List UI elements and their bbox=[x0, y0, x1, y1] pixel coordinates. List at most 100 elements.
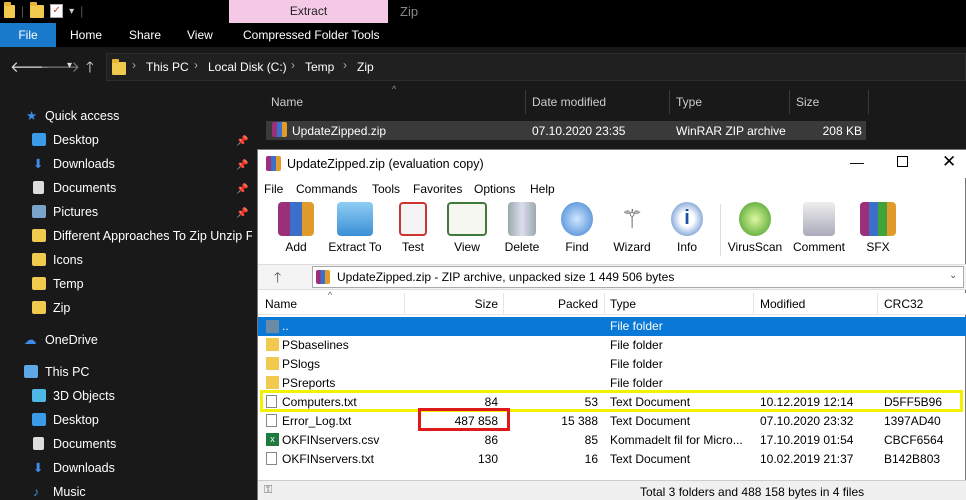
folder-icon bbox=[266, 357, 279, 370]
cell-type: File folder bbox=[610, 338, 663, 352]
toolbar-label: Test bbox=[401, 240, 424, 254]
nav-label: Desktop bbox=[53, 413, 99, 427]
toolbar-extract-to-button[interactable]: Extract To bbox=[326, 202, 384, 254]
pin-icon: 📌 bbox=[236, 136, 249, 147]
breadcrumb-zip[interactable]: Zip bbox=[357, 60, 374, 74]
nav-label: Quick access bbox=[45, 109, 120, 123]
menu-commands[interactable]: Commands bbox=[296, 182, 357, 196]
toolbar-view-button[interactable]: View bbox=[439, 202, 495, 254]
folder-icon bbox=[4, 1, 15, 18]
column-header-date-modified[interactable]: Date modified bbox=[532, 95, 606, 109]
properties-icon[interactable]: ✓ bbox=[50, 4, 64, 18]
toolbar-comment-button[interactable]: Comment bbox=[788, 202, 850, 254]
cell-name: PSreports bbox=[282, 376, 336, 390]
up-one-level-icon[interactable]: 🡑 bbox=[274, 267, 281, 291]
navigation-pane: ★ Quick access Desktop 📌 ⬇ Downloads 📌 D… bbox=[0, 92, 252, 500]
document-icon bbox=[33, 437, 44, 450]
menu-file[interactable]: File bbox=[264, 182, 283, 196]
winrar-archive-icon bbox=[316, 270, 330, 284]
close-icon[interactable]: ✕ bbox=[942, 152, 956, 172]
toolbar-sfx-button[interactable]: SFX bbox=[850, 202, 906, 254]
toolbar-virusscan-button[interactable]: VirusScan bbox=[726, 202, 784, 254]
red-highlight-box bbox=[418, 408, 510, 431]
maximize-icon[interactable] bbox=[897, 156, 908, 167]
archive-path-box[interactable]: UpdateZipped.zip - ZIP archive, unpacked… bbox=[312, 266, 964, 288]
cell-type: Kommadelt fil for Micro... bbox=[610, 433, 743, 447]
download-icon: ⬇ bbox=[33, 157, 44, 171]
toolbar-test-button[interactable]: Test bbox=[385, 202, 441, 254]
column-header-crc32[interactable]: CRC32 bbox=[884, 297, 923, 311]
music-icon: ♪ bbox=[33, 485, 40, 499]
list-item-folder[interactable]: PSbaselines File folder bbox=[258, 336, 966, 355]
menu-options[interactable]: Options bbox=[474, 182, 515, 196]
list-item-file[interactable]: OKFINservers.txt 130 16 Text Document 10… bbox=[258, 450, 966, 469]
nav-label: Documents bbox=[53, 437, 117, 451]
up-arrow-icon[interactable]: 🡑 bbox=[86, 57, 94, 82]
menu-tools[interactable]: Tools bbox=[372, 182, 400, 196]
tab-file[interactable]: File bbox=[0, 23, 56, 47]
path-dropdown-chevron-icon[interactable]: ⌄ bbox=[949, 270, 957, 281]
extract-context-tab[interactable]: Extract bbox=[229, 0, 388, 23]
breadcrumb-temp[interactable]: Temp bbox=[305, 60, 334, 74]
forward-arrow-icon[interactable]: 🡒 bbox=[40, 57, 80, 76]
cell-type: File folder bbox=[610, 376, 663, 390]
list-item-file[interactable]: Error_Log.txt 487 858 15 388 Text Docume… bbox=[258, 412, 966, 431]
recent-locations-chevron-icon[interactable]: ▾ bbox=[67, 60, 72, 71]
tab-view[interactable]: View bbox=[187, 23, 213, 47]
tab-share[interactable]: Share bbox=[129, 23, 161, 47]
tab-home[interactable]: Home bbox=[70, 23, 102, 47]
toolbar-add-button[interactable]: Add bbox=[268, 202, 324, 254]
nav-label: Different Approaches To Zip Unzip Fil bbox=[53, 229, 252, 243]
cell-type: File folder bbox=[610, 357, 663, 371]
nav-label: Zip bbox=[53, 301, 71, 315]
file-size: 208 KB bbox=[822, 124, 862, 138]
nav-item-different-approaches[interactable]: Different Approaches To Zip Unzip Fil bbox=[32, 224, 252, 248]
test-checklist-icon bbox=[399, 202, 427, 236]
breadcrumb-separator: › bbox=[343, 58, 347, 72]
cell-packed: 16 bbox=[584, 452, 598, 466]
toolbar-label: View bbox=[454, 240, 480, 254]
view-book-icon bbox=[447, 202, 487, 236]
menu-favorites[interactable]: Favorites bbox=[413, 182, 462, 196]
breadcrumb-local-disk[interactable]: Local Disk (C:) bbox=[208, 60, 287, 74]
key-lock-icon: ⚿ bbox=[264, 484, 273, 496]
breadcrumb-this-pc[interactable]: This PC bbox=[146, 60, 189, 74]
nav-label: OneDrive bbox=[45, 333, 98, 347]
status-text: Total 3 folders and 488 158 bytes in 4 f… bbox=[640, 485, 865, 499]
column-header-size[interactable]: Size bbox=[404, 297, 498, 311]
document-icon bbox=[33, 181, 44, 194]
cell-type: Text Document bbox=[610, 414, 691, 428]
column-header-size[interactable]: Size bbox=[796, 95, 819, 109]
divider: | bbox=[80, 4, 84, 18]
pictures-icon bbox=[32, 205, 46, 218]
toolbar-divider bbox=[720, 204, 721, 256]
sort-chevron-icon: ^ bbox=[328, 290, 333, 300]
column-header-name[interactable]: Name bbox=[271, 95, 303, 109]
tab-compressed-folder-tools[interactable]: Compressed Folder Tools bbox=[243, 23, 380, 47]
toolbar-delete-button[interactable]: Delete bbox=[494, 202, 550, 254]
list-item-folder[interactable]: PSlogs File folder bbox=[258, 355, 966, 374]
toolbar-find-button[interactable]: Find bbox=[549, 202, 605, 254]
column-header-name[interactable]: Name bbox=[265, 297, 297, 311]
column-header-modified[interactable]: Modified bbox=[760, 297, 805, 311]
list-item-parent-folder[interactable]: .. File folder bbox=[258, 317, 966, 336]
pin-icon: 📌 bbox=[236, 160, 249, 171]
toolbar-label: Find bbox=[565, 240, 589, 254]
list-item-file[interactable]: x OKFINservers.csv 86 85 Kommadelt fil f… bbox=[258, 431, 966, 450]
menu-help[interactable]: Help bbox=[530, 182, 555, 196]
desktop-icon bbox=[32, 413, 46, 426]
column-divider bbox=[868, 90, 869, 114]
column-header-type[interactable]: Type bbox=[610, 297, 636, 311]
customize-qat-icon[interactable]: ▾ bbox=[69, 6, 74, 17]
window-title: Zip bbox=[400, 4, 419, 19]
file-name: UpdateZipped.zip bbox=[292, 124, 387, 138]
new-folder-icon[interactable] bbox=[30, 1, 45, 18]
sfx-icon bbox=[860, 202, 896, 236]
minimize-icon[interactable]: — bbox=[850, 154, 864, 170]
column-header-type[interactable]: Type bbox=[676, 95, 702, 109]
column-header-packed[interactable]: Packed bbox=[503, 297, 598, 311]
toolbar-wizard-button[interactable]: ⚚ Wizard bbox=[604, 202, 660, 254]
toolbar-info-button[interactable]: i Info bbox=[659, 202, 715, 254]
toolbar-label: Wizard bbox=[613, 240, 651, 254]
cell-name: OKFINservers.txt bbox=[282, 452, 375, 466]
